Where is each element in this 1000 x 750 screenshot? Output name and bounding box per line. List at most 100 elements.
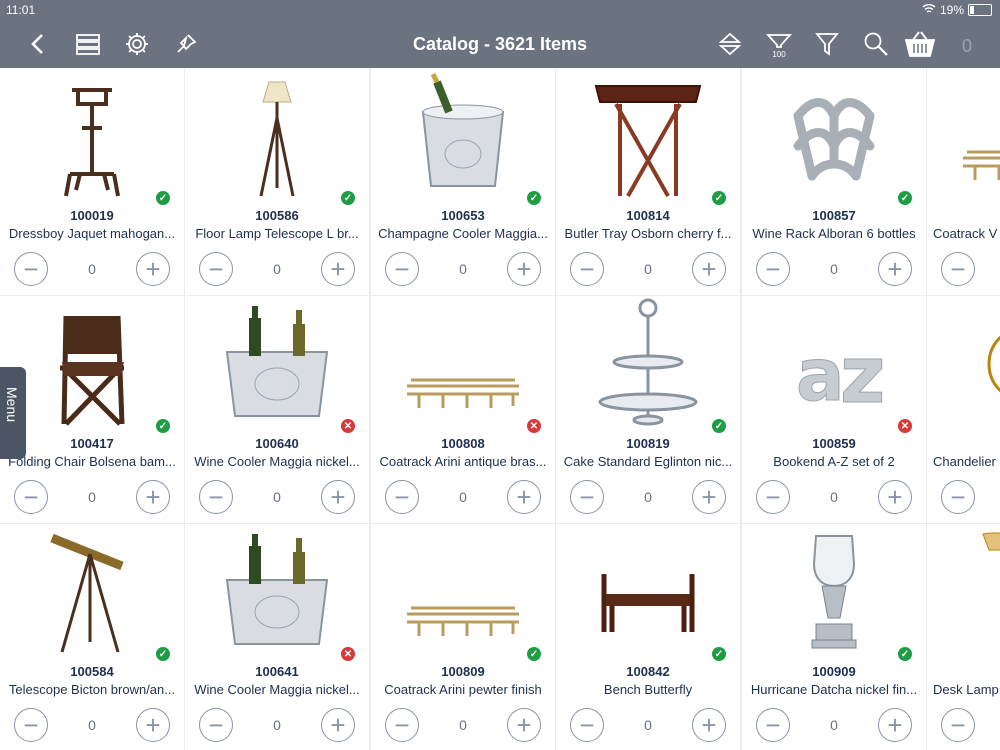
wine-cooler-icon[interactable] [185,296,369,432]
quantity-value[interactable]: 0 [255,261,299,277]
bookend-icon[interactable]: az [742,296,926,432]
increase-quantity-button[interactable]: + [692,252,726,286]
quantity-value[interactable]: 0 [626,717,670,733]
product-card[interactable]: ✕ 100641 Wine Cooler Maggia nickel... − 0 + [185,524,369,750]
product-name: Wine Cooler Maggia nickel... [194,682,360,697]
product-card[interactable]: ✓ 100584 Telescope Bicton brown/an... − 0 + [0,524,184,750]
hurricane-lamp-icon[interactable] [742,524,926,660]
product-card[interactable]: ✓ 100814 Butler Tray Osborn cherry f... − 0 + [556,68,740,295]
product-card[interactable]: ✓ 100019 Dressboy Jaquet mahogan... − 0 + [0,68,184,295]
menu-tab[interactable]: Menu [0,367,26,459]
quantity-value[interactable]: 0 [255,489,299,505]
decrease-quantity-button[interactable]: − [756,252,790,286]
decrease-quantity-button[interactable]: − [14,708,48,742]
decrease-quantity-button[interactable]: − [756,708,790,742]
available-icon: ✓ [898,647,912,661]
increase-quantity-button[interactable]: + [878,708,912,742]
product-sku: 100417 [70,436,114,451]
product-card[interactable]: Chandelier − [927,296,1000,523]
decrease-quantity-button[interactable]: − [199,708,233,742]
product-card[interactable]: ✕ 100808 Coatrack Arini antique bras... − 0 + [371,296,555,523]
sort-icon[interactable] [716,30,744,58]
decrease-quantity-button[interactable]: − [385,708,419,742]
quantity-value[interactable]: 0 [626,261,670,277]
unavailable-icon: ✕ [527,419,541,433]
product-card[interactable]: ✓ 100819 Cake Standard Eglinton nic... − 0 + [556,296,740,523]
quantity-value[interactable]: 0 [70,717,114,733]
quantity-value[interactable]: 0 [626,489,670,505]
quantity-value[interactable]: 0 [812,489,856,505]
increase-quantity-button[interactable]: + [878,480,912,514]
quantity-value[interactable]: 0 [441,489,485,505]
decrease-quantity-button[interactable]: − [941,252,975,286]
wine-rack-icon[interactable] [742,68,926,204]
increase-quantity-button[interactable]: + [692,480,726,514]
product-sku: 100019 [70,208,114,223]
decrease-quantity-button[interactable]: − [199,252,233,286]
increase-quantity-button[interactable]: + [136,252,170,286]
product-card[interactable]: Coatrack V − [927,68,1000,295]
product-card[interactable]: ✓ 100909 Hurricane Datcha nickel fin... − 0 + [742,524,926,750]
quantity-value[interactable]: 0 [70,261,114,277]
quantity-value[interactable]: 0 [255,717,299,733]
increase-quantity-button[interactable]: + [507,252,541,286]
decrease-quantity-button[interactable]: − [756,480,790,514]
increase-quantity-button[interactable]: + [507,480,541,514]
product-sku: 100641 [255,664,299,679]
product-card[interactable]: ✓ 100857 Wine Rack Alboran 6 bottles − 0 + [742,68,926,295]
search-icon[interactable] [862,30,890,58]
basket-icon[interactable] [903,30,937,58]
bench-icon[interactable] [556,524,740,660]
product-card[interactable]: a z ✕ 100859 Bookend A-Z set of 2−0 + [742,296,926,523]
product-card[interactable]: ✓ 100653 Champagne Cooler Maggia... − 0 + [371,68,555,295]
decrease-quantity-button[interactable]: − [385,480,419,514]
increase-quantity-button[interactable]: + [878,252,912,286]
decrease-quantity-button[interactable]: − [941,480,975,514]
increase-quantity-button[interactable]: + [136,708,170,742]
decrease-quantity-button[interactable]: − [570,480,604,514]
filter-limit-icon[interactable]: 100 [764,30,794,59]
available-icon: ✓ [341,191,355,205]
product-sku: 100909 [812,664,856,679]
increase-quantity-button[interactable]: + [321,480,355,514]
increase-quantity-button[interactable]: + [507,708,541,742]
quantity-value[interactable]: 0 [812,717,856,733]
filter-icon[interactable] [813,30,841,58]
coatrack-icon[interactable] [927,68,1000,204]
quantity-value[interactable]: 0 [70,489,114,505]
champagne-cooler-icon[interactable] [371,68,555,204]
valet-stand-icon[interactable] [0,68,184,204]
coatrack-icon[interactable] [371,296,555,432]
desk-lamp-icon[interactable] [927,524,1000,660]
available-icon: ✓ [712,191,726,205]
coatrack-icon[interactable] [371,524,555,660]
increase-quantity-button[interactable]: + [692,708,726,742]
telescope-icon[interactable] [0,524,184,660]
increase-quantity-button[interactable]: + [321,252,355,286]
increase-quantity-button[interactable]: + [321,708,355,742]
quantity-value[interactable]: 0 [441,261,485,277]
increase-quantity-button[interactable]: + [136,480,170,514]
butler-tray-icon[interactable] [556,68,740,204]
quantity-value[interactable]: 0 [812,261,856,277]
decrease-quantity-button[interactable]: − [199,480,233,514]
product-card[interactable]: Desk Lamp − [927,524,1000,750]
folding-chair-icon[interactable] [0,296,184,432]
decrease-quantity-button[interactable]: − [570,252,604,286]
chandelier-icon[interactable] [927,296,1000,432]
decrease-quantity-button[interactable]: − [570,708,604,742]
decrease-quantity-button[interactable]: − [14,252,48,286]
quantity-value[interactable]: 0 [441,717,485,733]
decrease-quantity-button[interactable]: − [941,708,975,742]
cake-stand-icon[interactable] [556,296,740,432]
product-card[interactable]: ✓ 100842 Bench Butterfly − 0 + [556,524,740,750]
page-title: Catalog - 3621 Items [412,34,588,54]
wine-cooler-icon[interactable] [185,524,369,660]
product-card[interactable]: ✓ 100586 Floor Lamp Telescope L br... − 0 + [185,68,369,295]
decrease-quantity-button[interactable]: − [14,480,48,514]
product-card[interactable]: ✕ 100640 Wine Cooler Maggia nickel... − 0 + [185,296,369,523]
product-card[interactable]: ✓ 100809 Coatrack Arini pewter finish − 0 + [371,524,555,750]
decrease-quantity-button[interactable]: − [385,252,419,286]
floor-lamp-icon[interactable] [185,68,369,204]
product-card[interactable]: ✓ 100417 Folding Chair Bolsena bam... − 0 + [0,296,184,523]
